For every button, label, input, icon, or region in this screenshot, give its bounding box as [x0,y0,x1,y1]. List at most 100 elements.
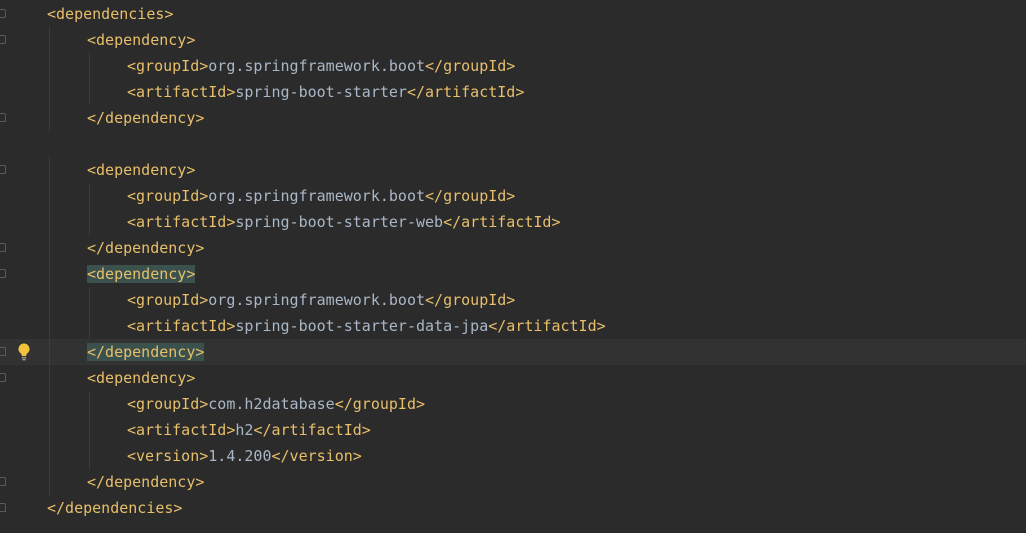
code-line[interactable]: <version>1.4.200</version> [0,443,1026,469]
code-content: </dependencies> [47,495,182,521]
code-content: <artifactId>spring-boot-starter-data-jpa… [127,313,606,339]
fold-marker-icon[interactable] [0,503,6,512]
matched-tag-highlight: <dependency> [87,265,196,283]
code-line[interactable] [0,131,1026,157]
indent-guide [49,105,50,131]
code-line[interactable]: <dependency> [0,27,1026,53]
indent-guide [49,27,50,53]
code-content: <groupId>org.springframework.boot</group… [127,53,515,79]
xml-tag: <dependency> [87,31,196,49]
code-content: <dependency> [87,365,195,391]
indent-guide [49,417,50,443]
indent-guide [89,443,90,469]
xml-tag: <artifactId> [127,213,236,231]
code-content: </dependency> [87,469,204,495]
indent-guide [89,313,90,339]
code-line[interactable]: <artifactId>h2</artifactId> [0,417,1026,443]
code-line[interactable]: </dependency> [0,339,1026,365]
xml-tag: </dependency> [87,239,205,257]
xml-tag: </groupId> [334,395,426,413]
xml-tag: </dependencies> [47,499,183,517]
xml-text: 1.4.200 [208,447,272,465]
xml-tag: </artifactId> [253,421,371,439]
xml-tag: <groupId> [127,187,209,205]
xml-tag: <groupId> [127,291,209,309]
xml-tag: <artifactId> [127,421,236,439]
fold-marker-icon[interactable] [0,165,6,174]
code-content: </dependency> [87,339,205,365]
xml-tag: </groupId> [425,57,516,75]
matched-tag-highlight: </dependency> [87,343,205,361]
xml-tag: <groupId> [127,395,209,413]
code-content: <dependencies> [47,1,173,27]
fold-marker-icon[interactable] [0,243,6,252]
indent-guide [49,365,50,391]
indent-guide [89,209,90,235]
code-line[interactable]: </dependency> [0,235,1026,261]
indent-guide [49,391,50,417]
xml-tag: </artifactId> [443,213,561,231]
lightbulb-icon[interactable] [16,342,32,362]
code-line[interactable]: <dependency> [0,157,1026,183]
fold-marker-icon[interactable] [0,35,6,44]
code-content: <groupId>com.h2database</groupId> [127,391,425,417]
xml-tag: </groupId> [425,187,516,205]
indent-guide [49,287,50,313]
indent-guide [89,79,90,105]
code-content: <dependency> [87,27,195,53]
code-content: <version>1.4.200</version> [127,443,362,469]
code-content: <artifactId>spring-boot-starter</artifac… [127,79,524,105]
fold-marker-icon[interactable] [0,373,6,382]
xml-text: spring-boot-starter-data-jpa [235,317,489,335]
xml-tag: <version> [127,447,209,465]
indent-guide [49,469,50,495]
code-line[interactable]: </dependencies> [0,495,1026,521]
xml-text: org.springframework.boot [208,57,426,75]
xml-tag: </dependency> [87,109,205,127]
fold-marker-icon[interactable] [0,269,6,278]
code-line[interactable]: </dependency> [0,469,1026,495]
fold-marker-icon[interactable] [0,113,6,122]
xml-tag: <dependency> [87,161,196,179]
xml-tag: <artifactId> [127,83,236,101]
code-content: </dependency> [87,235,204,261]
code-content: <artifactId>h2</artifactId> [127,417,371,443]
code-line[interactable]: <dependencies> [0,1,1026,27]
indent-guide [89,287,90,313]
code-line[interactable]: <groupId>com.h2database</groupId> [0,391,1026,417]
indent-guide [49,209,50,235]
indent-guide [49,339,50,365]
code-line[interactable]: <artifactId>spring-boot-starter-web</art… [0,209,1026,235]
code-content: <dependency> [87,157,195,183]
code-line[interactable]: <groupId>org.springframework.boot</group… [0,183,1026,209]
indent-guide [49,157,50,183]
code-content: <groupId>org.springframework.boot</group… [127,287,515,313]
code-line[interactable]: <groupId>org.springframework.boot</group… [0,53,1026,79]
indent-guide [49,261,50,287]
fold-marker-icon[interactable] [0,9,6,18]
code-content: <groupId>org.springframework.boot</group… [127,183,515,209]
indent-guide [89,53,90,79]
indent-guide [89,417,90,443]
fold-marker-icon[interactable] [0,477,6,486]
code-line[interactable]: <groupId>org.springframework.boot</group… [0,287,1026,313]
indent-guide [49,443,50,469]
xml-tag: <dependencies> [47,5,174,23]
xml-text: spring-boot-starter-web [235,213,444,231]
xml-tag: <dependency> [87,369,196,387]
xml-tag: <groupId> [127,57,209,75]
code-line[interactable]: <dependency> [0,365,1026,391]
code-line[interactable]: <artifactId>spring-boot-starter</artifac… [0,79,1026,105]
fold-marker-icon[interactable] [0,347,6,356]
xml-tag: </artifactId> [488,317,606,335]
xml-tag: <artifactId> [127,317,236,335]
xml-tag: </dependency> [87,473,205,491]
xml-text: h2 [235,421,254,439]
indent-guide [49,235,50,261]
code-line[interactable]: <artifactId>spring-boot-starter-data-jpa… [0,313,1026,339]
code-line[interactable]: <dependency> [0,261,1026,287]
code-line[interactable]: </dependency> [0,105,1026,131]
code-editor[interactable]: <dependencies> <dependency> <groupId>org.s… [0,0,1026,533]
code-content: <artifactId>spring-boot-starter-web</art… [127,209,561,235]
indent-guide [89,391,90,417]
